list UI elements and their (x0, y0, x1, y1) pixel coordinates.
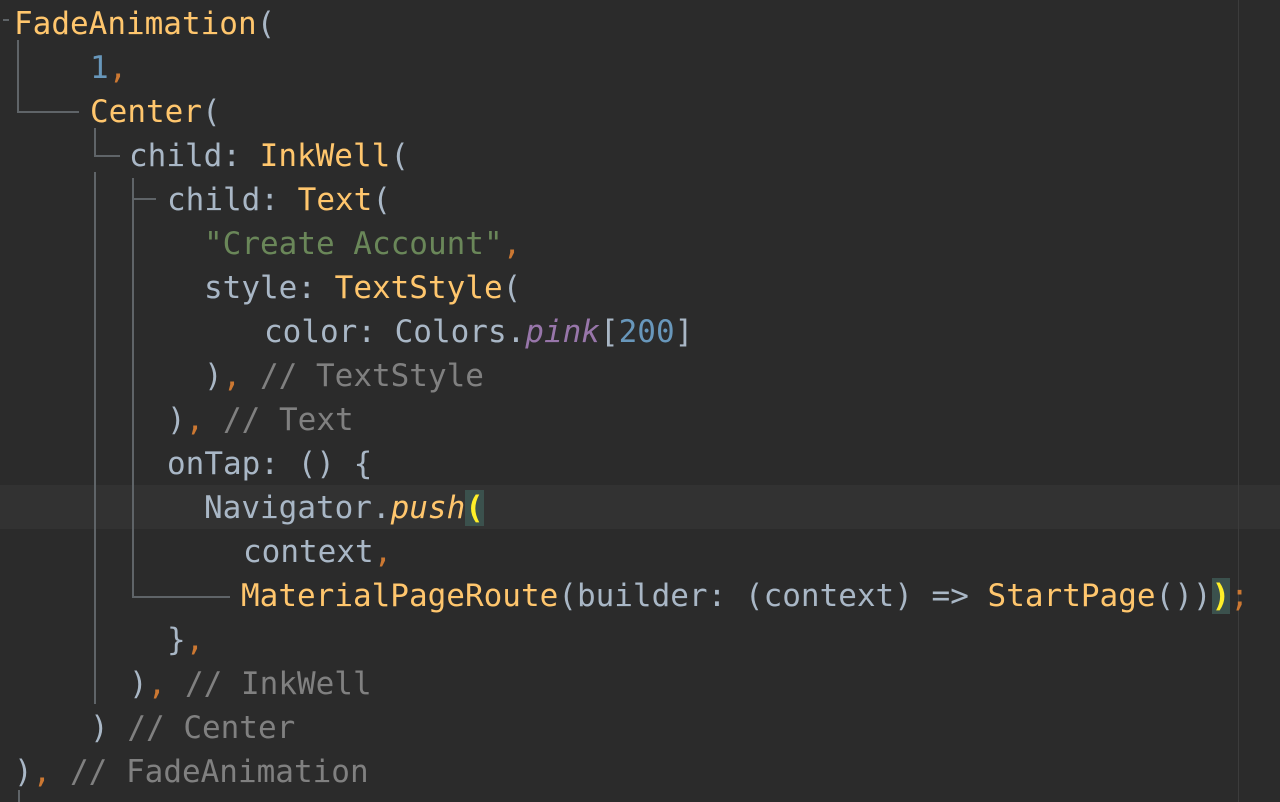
code-line[interactable]: MaterialPageRoute(builder: (context) => … (241, 574, 1249, 618)
class-name-token: Center (90, 94, 202, 130)
code-line[interactable]: ) // Center (90, 706, 295, 750)
code-token: ( (502, 270, 522, 306)
punctuation-token: , (185, 402, 223, 438)
string-literal-token: "Create Account" (204, 226, 503, 262)
indent-guide (132, 178, 134, 598)
matched-brace-token: ) (1211, 578, 1231, 614)
punctuation-token: , (108, 50, 128, 86)
code-token: ()) (1155, 578, 1212, 614)
code-line[interactable]: ), // InkWell (129, 662, 372, 706)
punctuation-token: , (373, 534, 393, 570)
code-editor[interactable]: FadeAnimation( 1, Center( child: InkWell… (0, 0, 1280, 802)
code-token: color: Colors. (264, 314, 526, 350)
matched-brace-token: ( (465, 490, 484, 526)
code-token: style: (204, 270, 335, 306)
static-member-token: pink (525, 314, 600, 350)
code-token: context (243, 534, 374, 570)
code-line[interactable]: onTap: () { (167, 442, 372, 486)
code-line[interactable]: context, (243, 530, 392, 574)
class-name-token: TextStyle (334, 270, 503, 306)
number-token: 200 (618, 314, 675, 350)
class-name-token: Text (297, 182, 373, 218)
code-line[interactable]: "Create Account", (204, 222, 521, 266)
comment-token: // FadeAnimation (70, 754, 369, 790)
code-token: child: (167, 182, 298, 218)
code-line[interactable]: color: Colors.pink[200] (264, 310, 693, 354)
code-token: } (167, 622, 186, 658)
punctuation-token: , (185, 622, 205, 658)
code-line[interactable]: child: InkWell( (129, 134, 409, 178)
code-line[interactable]: FadeAnimation( (14, 2, 275, 46)
code-token: ( (390, 138, 409, 174)
code-token: ) (129, 666, 148, 702)
indent-guide (94, 155, 120, 157)
code-line[interactable]: Center( (90, 90, 221, 134)
class-name-token: MaterialPageRoute (241, 578, 559, 614)
code-token: ( (201, 94, 221, 130)
code-token: child: (129, 138, 260, 174)
indent-guide (132, 198, 156, 200)
code-token: ) (90, 710, 128, 746)
code-token: ( (256, 6, 276, 42)
comment-token: // Center (127, 710, 296, 746)
indent-guide (17, 40, 19, 112)
code-line[interactable]: }, (167, 618, 204, 662)
class-name-token: FadeAnimation (14, 6, 257, 42)
comment-token: // InkWell (185, 666, 372, 702)
class-name-token: InkWell (259, 138, 391, 174)
code-line[interactable]: child: Text( (167, 178, 391, 222)
method-name-token: push (390, 490, 466, 526)
code-token: [ (599, 314, 619, 350)
code-token: onTap: () { (167, 446, 373, 482)
punctuation-token: , (222, 358, 260, 394)
code-token: ) (167, 402, 186, 438)
code-token: ( (372, 182, 391, 218)
class-name-token: StartPage (987, 578, 1156, 614)
current-line-highlight (0, 485, 1280, 529)
code-line[interactable]: ), // TextStyle (204, 354, 484, 398)
code-line[interactable]: 1, (90, 46, 127, 90)
code-token: (builder: (context) => (558, 578, 988, 614)
number-token: 1 (90, 50, 109, 86)
fold-marker-icon[interactable] (3, 19, 9, 21)
code-line[interactable]: ), // FadeAnimation (14, 750, 369, 794)
code-token: ) (14, 754, 33, 790)
indent-guide (132, 596, 230, 598)
comment-token: // Text (223, 402, 354, 438)
punctuation-token: ; (1230, 578, 1249, 614)
punctuation-token: , (147, 666, 185, 702)
indent-guide (94, 172, 96, 704)
code-token: Navigator. (204, 490, 391, 526)
code-line[interactable]: style: TextStyle( (204, 266, 521, 310)
code-line[interactable]: ), // Text (167, 398, 354, 442)
code-token: ] (674, 314, 694, 350)
comment-token: // TextStyle (260, 358, 484, 394)
right-margin-guide (1238, 0, 1239, 802)
code-token: ) (204, 358, 223, 394)
code-line[interactable]: Navigator.push( (204, 486, 484, 530)
indent-guide (17, 111, 79, 113)
punctuation-token: , (502, 226, 522, 262)
punctuation-token: , (32, 754, 70, 790)
